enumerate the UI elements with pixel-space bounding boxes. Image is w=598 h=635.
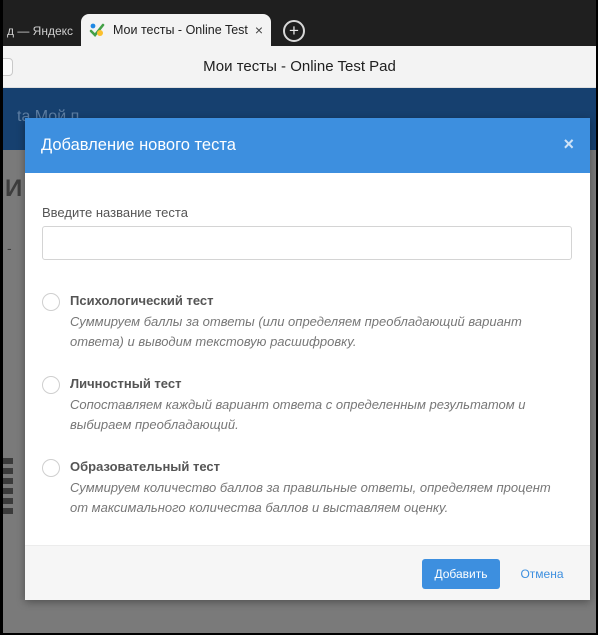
add-test-dialog: Добавление нового теста × Введите назван… xyxy=(25,118,590,600)
browser-title-bar: Мои тесты - Online Test Pad xyxy=(3,46,596,88)
add-button[interactable]: Добавить xyxy=(422,559,500,589)
window-title: Мои тесты - Online Test Pad xyxy=(203,58,396,75)
page-side-mark xyxy=(3,458,13,518)
browser-tab-strip: д — Яндекс Мои тесты - Online Test × + xyxy=(3,0,596,46)
test-name-input[interactable] xyxy=(42,226,572,260)
dialog-title: Добавление нового теста xyxy=(41,136,236,154)
screenshot-frame: д — Яндекс Мои тесты - Online Test × + М… xyxy=(0,0,598,635)
browser-tab-title: Мои тесты - Online Test xyxy=(113,23,248,37)
online-test-pad-favicon-icon xyxy=(89,23,105,37)
option-title: Психологический тест xyxy=(70,293,214,308)
option-description: Сопоставляем каждый вариант ответа с опр… xyxy=(70,397,526,432)
close-icon[interactable]: × xyxy=(563,134,574,155)
tab-close-icon[interactable]: × xyxy=(255,22,263,38)
radio-educational[interactable] xyxy=(42,459,60,477)
page-heading-fragment: И xyxy=(5,175,23,202)
browser-tab-active[interactable]: Мои тесты - Online Test × xyxy=(81,14,271,46)
test-name-label: Введите название теста xyxy=(42,205,188,220)
page-dash-fragment: - xyxy=(7,240,12,256)
browser-tab-inactive-label: д — Яндекс xyxy=(7,24,74,38)
cancel-button[interactable]: Отмена xyxy=(512,559,572,589)
radio-psychological[interactable] xyxy=(42,293,60,311)
dialog-footer: Добавить Отмена xyxy=(25,545,590,600)
option-description: Суммируем количество баллов за правильны… xyxy=(70,480,551,515)
browser-tab-inactive[interactable]: д — Яндекс xyxy=(3,16,81,46)
option-title: Образовательный тест xyxy=(70,459,221,474)
radio-personality[interactable] xyxy=(42,376,60,394)
option-title: Личностный тест xyxy=(70,376,182,391)
dialog-header: Добавление нового теста × xyxy=(25,118,590,173)
new-tab-plus-icon[interactable]: + xyxy=(283,20,305,42)
option-description: Суммируем баллы за ответы (или определяе… xyxy=(70,314,522,349)
